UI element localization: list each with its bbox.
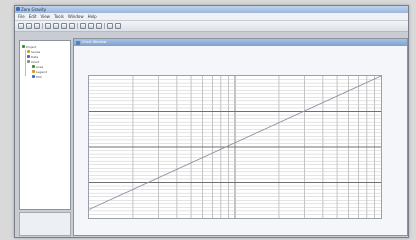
toolbar-separator bbox=[104, 23, 105, 29]
tree-node-icon bbox=[27, 60, 30, 63]
toolbar bbox=[15, 21, 408, 32]
window-title: Zero Gravity bbox=[21, 7, 47, 12]
chart-icon bbox=[76, 40, 80, 45]
tree-node-icon bbox=[27, 50, 30, 53]
plot-area[interactable] bbox=[88, 75, 382, 219]
redo-icon[interactable] bbox=[88, 23, 94, 29]
menu-item-file[interactable]: File bbox=[18, 13, 25, 20]
chart-window[interactable]: Chart Window bbox=[73, 38, 408, 236]
tree-node-label: Legend bbox=[36, 69, 48, 74]
chart-icon[interactable] bbox=[107, 23, 113, 29]
tree-node-label: Project bbox=[26, 44, 37, 49]
tree-node-icon bbox=[22, 45, 25, 48]
open-icon[interactable] bbox=[26, 23, 32, 29]
plot-svg bbox=[89, 76, 381, 218]
menu-items: File Edit View Tools Window Help bbox=[18, 13, 97, 20]
tree-node-label: Data bbox=[31, 54, 39, 59]
project-tree-panel[interactable]: Project Series Data Chart Axes Legend Plot bbox=[19, 40, 71, 210]
tree-node-icon bbox=[32, 65, 35, 68]
print-icon[interactable] bbox=[45, 23, 51, 29]
tree-node-icon bbox=[32, 70, 35, 73]
menu-item-view[interactable]: View bbox=[40, 13, 50, 20]
new-icon[interactable] bbox=[18, 23, 24, 29]
tree-node-icon bbox=[32, 75, 35, 78]
tree-connector bbox=[25, 50, 26, 76]
app-icon bbox=[16, 7, 20, 11]
menu-item-window[interactable]: Window bbox=[68, 13, 84, 20]
tree-node-plot[interactable]: Plot bbox=[32, 74, 42, 79]
tree-node-icon bbox=[27, 55, 30, 58]
menu-item-help[interactable]: Help bbox=[88, 13, 97, 20]
chart-window-title: Chart Window bbox=[82, 40, 107, 44]
paste-icon[interactable] bbox=[69, 23, 75, 29]
properties-panel[interactable] bbox=[19, 212, 71, 236]
help-icon[interactable] bbox=[115, 23, 121, 29]
application-window: Zero Gravity File Edit View Tools Window Help… bbox=[14, 5, 409, 238]
undo-icon[interactable] bbox=[80, 23, 86, 29]
zoom-icon[interactable] bbox=[96, 23, 102, 29]
menu-item-tools[interactable]: Tools bbox=[54, 13, 64, 20]
toolbar-separator bbox=[77, 23, 78, 29]
tree-node-label: Chart bbox=[31, 59, 40, 64]
toolbar-separator bbox=[42, 23, 43, 29]
cut-icon[interactable] bbox=[53, 23, 59, 29]
menu-item-edit[interactable]: Edit bbox=[29, 13, 37, 20]
save-icon[interactable] bbox=[34, 23, 40, 29]
title-bar[interactable]: Zero Gravity bbox=[15, 6, 408, 13]
tree-node-label: Plot bbox=[36, 74, 42, 79]
copy-icon[interactable] bbox=[61, 23, 67, 29]
chart-window-title-bar[interactable]: Chart Window bbox=[74, 39, 407, 46]
tree-node-label: Series bbox=[31, 49, 41, 54]
menu-bar: File Edit View Tools Window Help bbox=[15, 13, 408, 21]
tree-node-label: Axes bbox=[36, 64, 44, 69]
